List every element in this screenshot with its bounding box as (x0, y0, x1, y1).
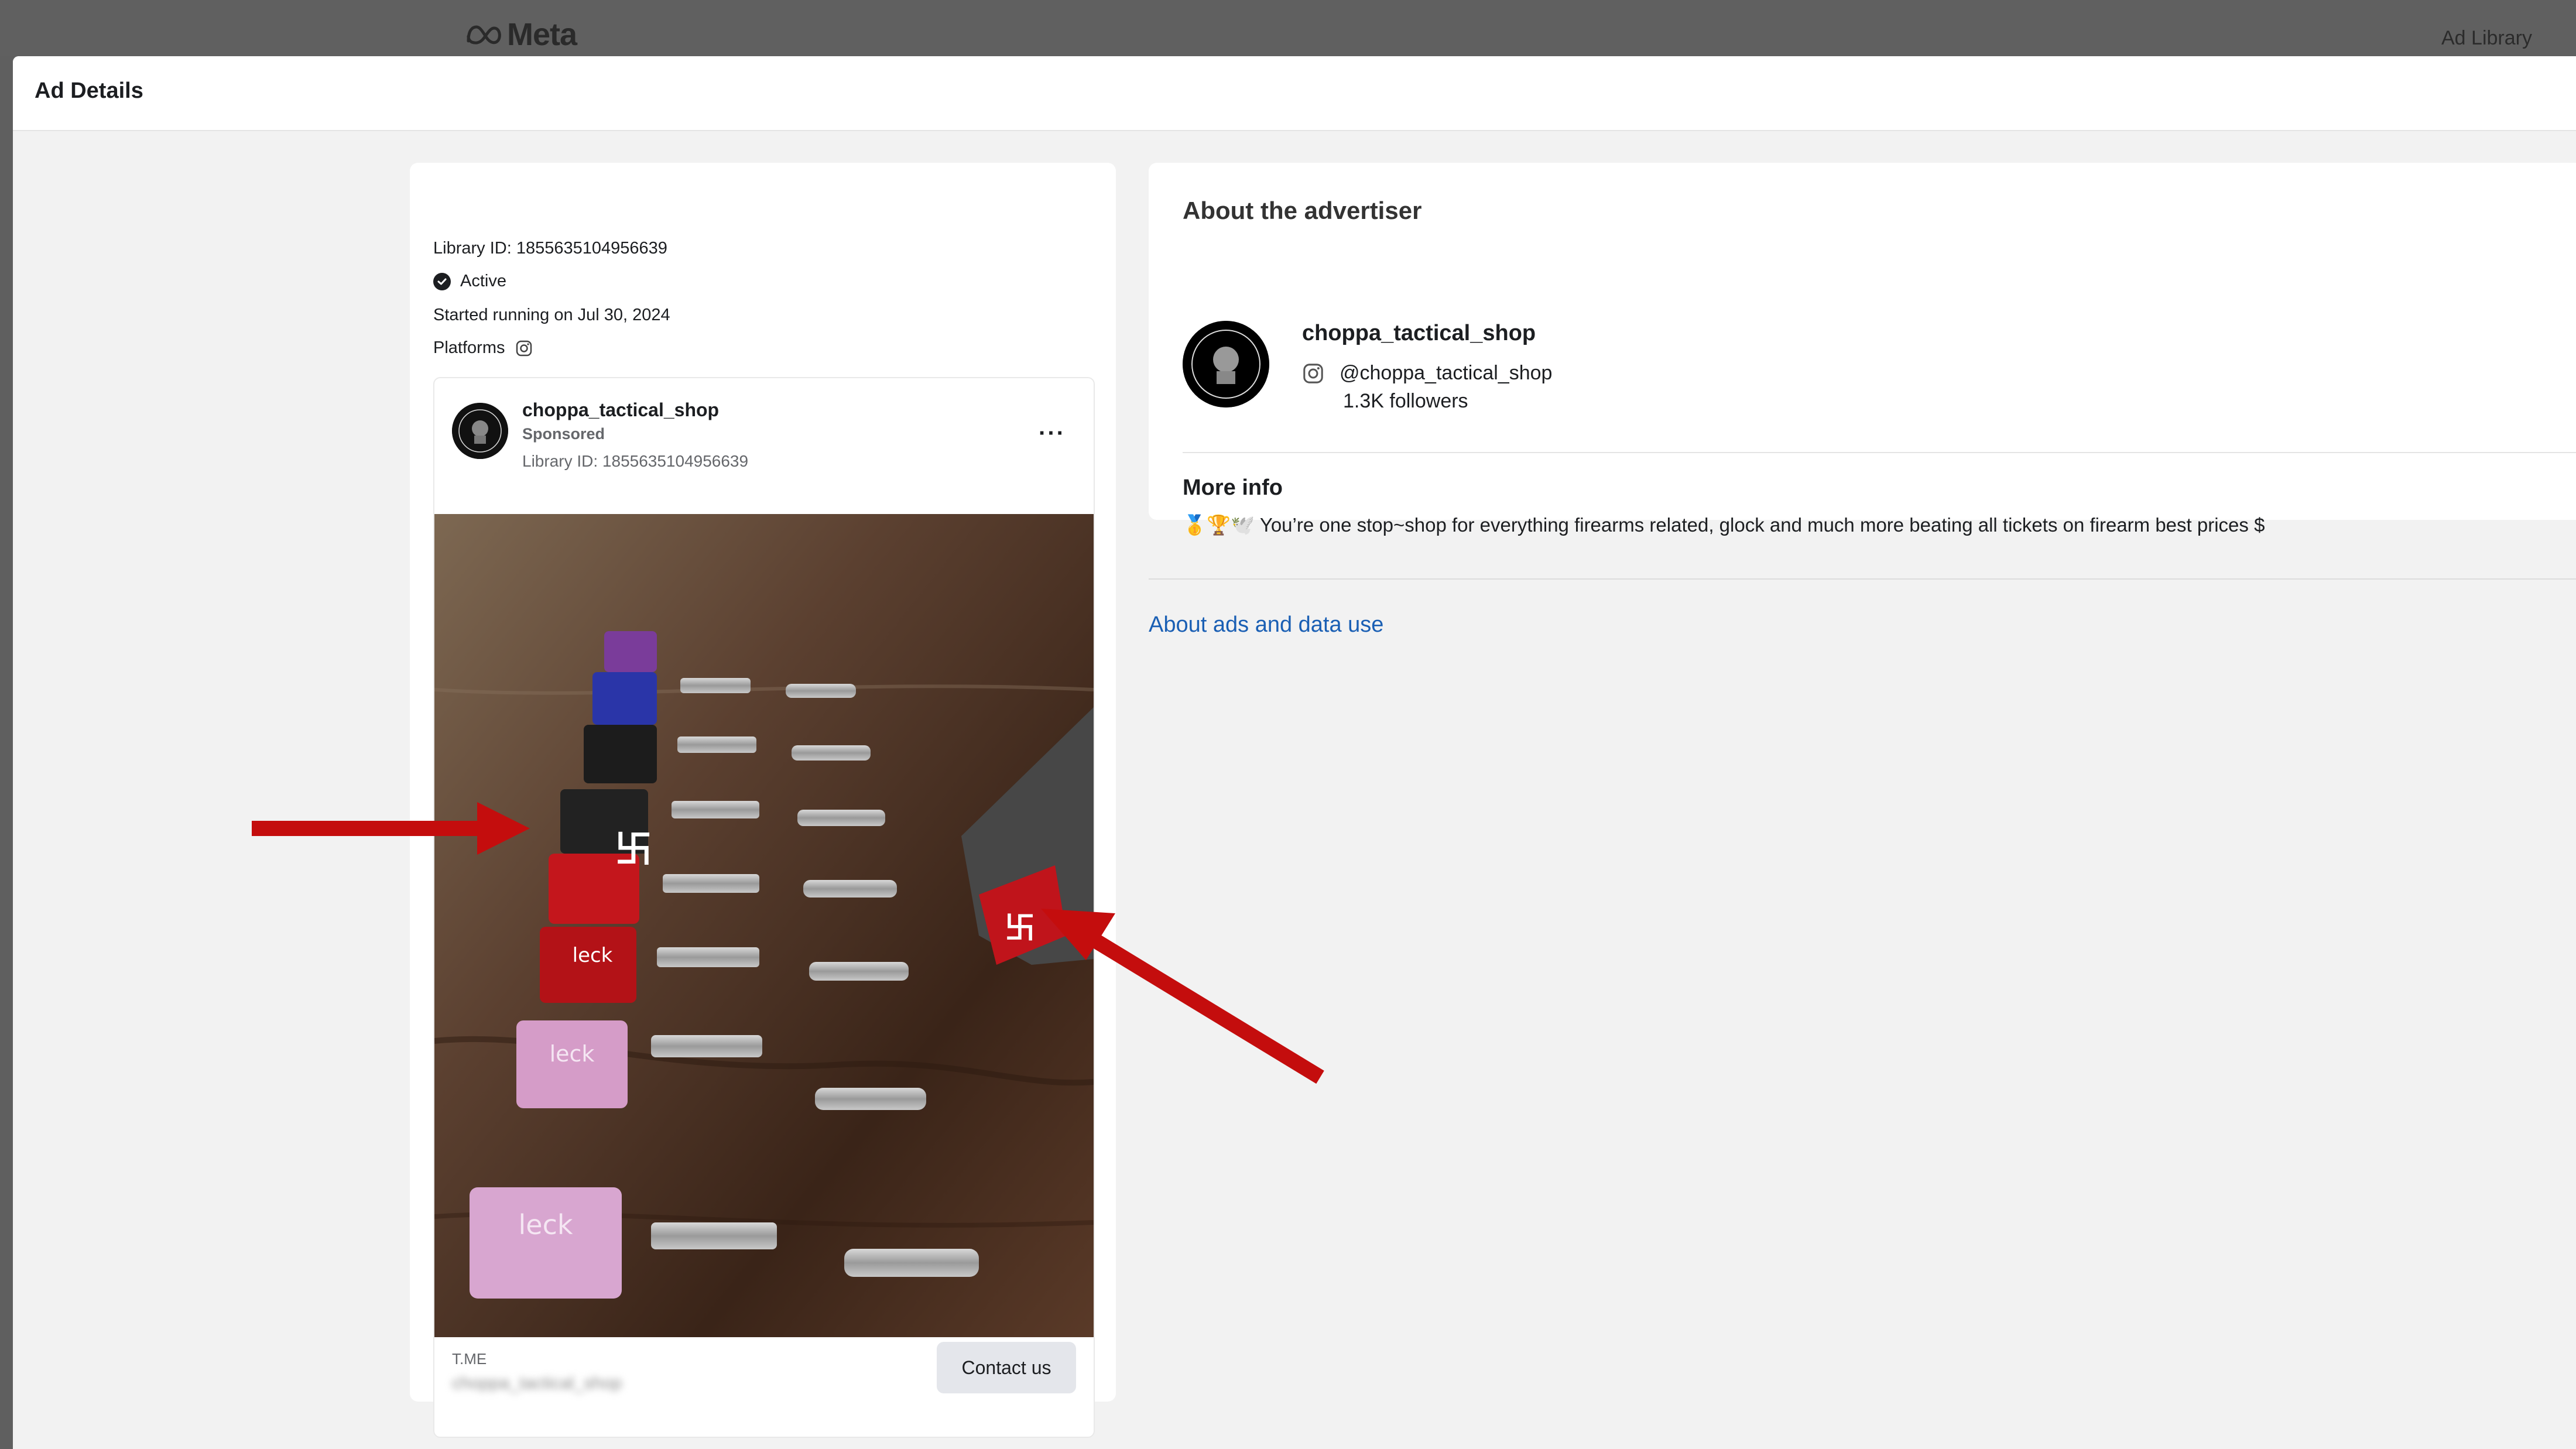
svg-text:卐: 卐 (615, 828, 652, 872)
meta-infinity-icon (467, 25, 501, 44)
meta-logo[interactable]: Meta (465, 16, 577, 53)
status-text: Active (460, 272, 506, 290)
svg-text:卐: 卐 (1005, 911, 1035, 946)
advertiser-name[interactable]: choppa_tactical_shop (1302, 321, 1536, 346)
svg-text:leck: leck (550, 1041, 595, 1067)
ad-product-photo[interactable]: 卐 leck leck leck 卐 (434, 514, 1094, 1337)
platforms-label: Platforms (433, 338, 505, 357)
advertiser-followers: 1.3K followers (1343, 390, 1468, 412)
ad-library-id: Library ID: 1855635104956639 (522, 452, 749, 470)
more-info-title: More info (1183, 475, 1283, 500)
library-id: Library ID: 1855635104956639 (433, 239, 667, 258)
ad-link-domain: T.ME (452, 1350, 487, 1368)
platforms-row: Platforms (433, 338, 533, 358)
advertiser-handle-row[interactable]: @choppa_tactical_shop (1302, 362, 1552, 385)
meta-logo-text: Meta (507, 17, 577, 52)
svg-text:leck: leck (518, 1209, 573, 1241)
started-running: Started running on Jul 30, 2024 (433, 306, 670, 324)
section-divider (1149, 578, 2576, 580)
page-name[interactable]: choppa_tactical_shop (522, 399, 719, 421)
advertiser-handle[interactable]: @choppa_tactical_shop (1340, 362, 1552, 385)
more-horizontal-icon[interactable]: ··· (1039, 420, 1066, 447)
instagram-icon (1303, 363, 1323, 383)
ad-link-title-blurred[interactable]: choppa_tactical_shop (452, 1373, 622, 1393)
top-bar: Meta Ad Library (0, 0, 2576, 56)
about-ads-link[interactable]: About ads and data use (1149, 612, 1383, 638)
svg-text:leck: leck (573, 944, 613, 967)
contact-us-button[interactable]: Contact us (937, 1342, 1076, 1393)
ad-details-modal: Ad Details Library ID: 1855635104956639 … (13, 56, 2576, 1449)
page-avatar[interactable] (452, 403, 508, 459)
advertiser-avatar[interactable] (1183, 321, 1269, 407)
more-info-text: 🥇🏆🕊️ You’re one stop~shop for everything… (1183, 514, 2265, 536)
modal-header: Ad Details (13, 56, 2576, 131)
divider (1183, 452, 2576, 453)
about-advertiser-title: About the advertiser (1183, 197, 1422, 224)
ad-preview[interactable]: choppa_tactical_shop Sponsored Library I… (433, 377, 1095, 1438)
status-row: Active (433, 272, 506, 291)
modal-title: Ad Details (35, 78, 143, 103)
check-circle-icon (433, 272, 451, 290)
about-advertiser-card: About the advertiser choppa_tactical_sho… (1149, 163, 2576, 536)
sponsored-label: Sponsored (522, 425, 605, 443)
instagram-icon (516, 340, 532, 356)
ad-library-link[interactable]: Ad Library (2441, 27, 2532, 50)
ad-details-card: Library ID: 1855635104956639 Active Star… (410, 163, 1116, 1438)
